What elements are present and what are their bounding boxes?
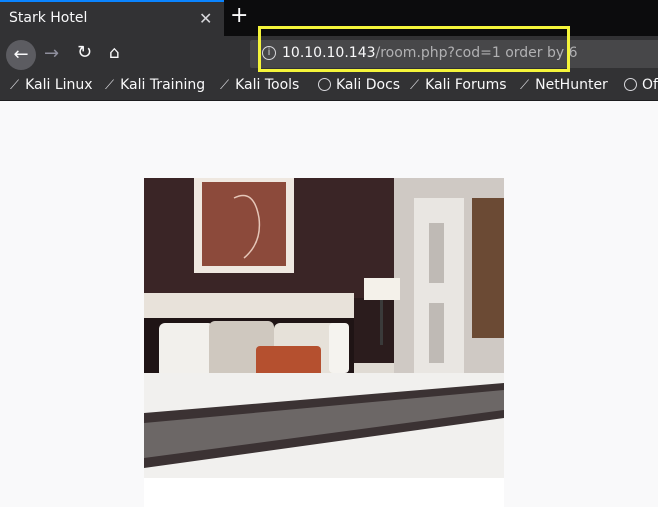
plus-icon[interactable]: +	[230, 3, 248, 28]
bookmark-kali-docs[interactable]: Kali Docs	[318, 77, 400, 93]
bookmark-overflow[interactable]: Of	[624, 77, 658, 93]
globe-icon	[318, 78, 331, 91]
bookmark-kali-linux[interactable]: ⟋ Kali Linux	[10, 77, 93, 93]
bookmark-kali-tools[interactable]: ⟋ Kali Tools	[220, 77, 299, 93]
bookmark-label: Kali Linux	[25, 77, 93, 93]
annotation-highlight-box	[258, 26, 570, 72]
tab-stark-hotel[interactable]: Stark Hotel ✕	[0, 0, 224, 36]
bookmark-kali-training[interactable]: ⟋ Kali Training	[105, 77, 205, 93]
kali-dragon-icon: ⟋	[520, 78, 530, 93]
bookmark-label: Kali Tools	[235, 77, 300, 93]
bookmark-kali-forums[interactable]: ⟋ Kali Forums	[410, 77, 507, 93]
tab-title: Stark Hotel	[9, 10, 88, 26]
kali-dragon-icon: ⟋	[220, 78, 230, 93]
hotel-room-photo	[144, 178, 504, 478]
room-card	[144, 478, 504, 507]
forward-arrow-icon[interactable]: →	[44, 43, 59, 64]
bookmark-label: NetHunter	[535, 77, 608, 93]
close-icon[interactable]: ✕	[199, 9, 212, 28]
reload-icon[interactable]: ↻	[77, 42, 92, 63]
globe-icon	[624, 78, 637, 91]
bookmark-label: Kali Docs	[336, 77, 401, 93]
kali-dragon-icon: ⟋	[105, 78, 115, 93]
bookmark-nethunter[interactable]: ⟋ NetHunter	[520, 77, 608, 93]
home-icon[interactable]: ⌂	[109, 43, 120, 63]
back-arrow-icon[interactable]: ←	[6, 40, 36, 70]
bookmark-label: Of	[642, 77, 658, 93]
bookmark-label: Kali Training	[120, 77, 206, 93]
kali-dragon-icon: ⟋	[410, 78, 420, 93]
kali-dragon-icon: ⟋	[10, 78, 20, 93]
bookmark-label: Kali Forums	[425, 77, 507, 93]
